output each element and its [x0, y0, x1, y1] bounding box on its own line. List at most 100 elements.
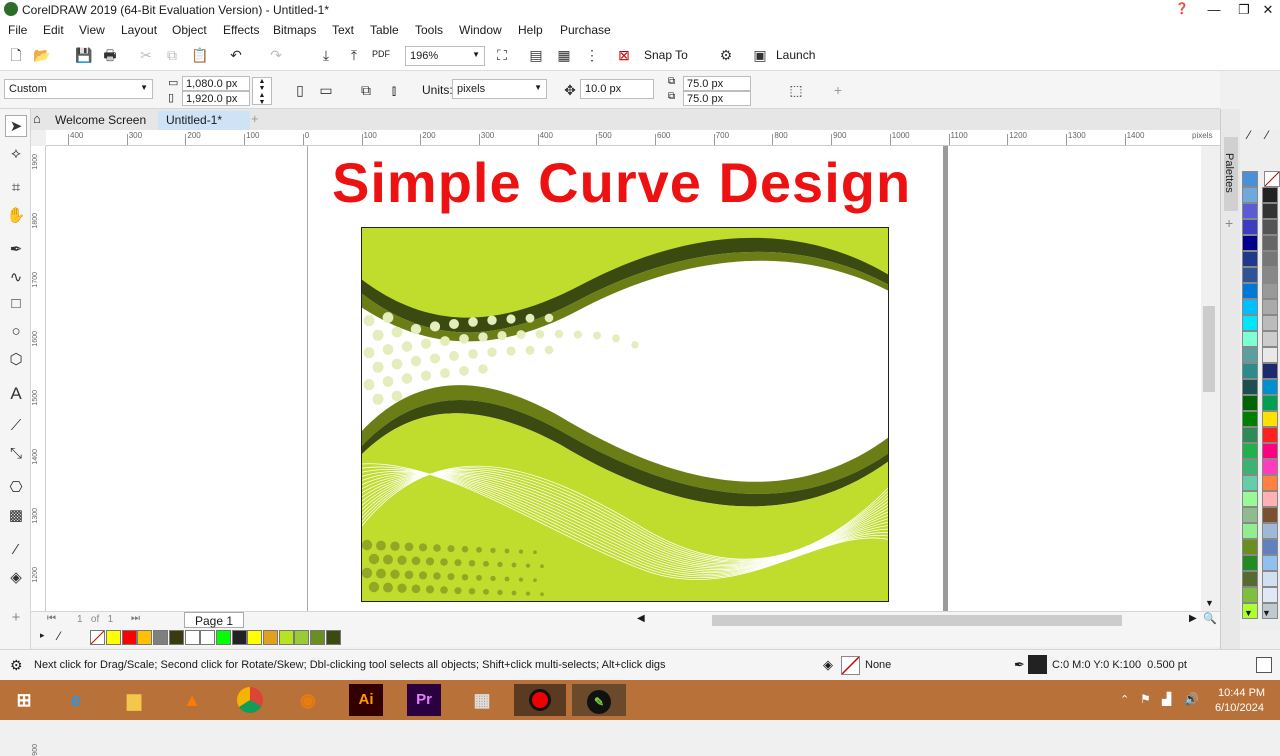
doc-palette-swatch[interactable] — [121, 630, 137, 645]
palette-swatch[interactable] — [1242, 507, 1258, 523]
vertical-scroll-thumb[interactable] — [1203, 306, 1215, 392]
parallel-dimension-icon[interactable]: ⟋ — [5, 415, 27, 437]
menu-file[interactable]: File — [8, 23, 27, 37]
full-screen-icon[interactable]: ⛶ — [492, 45, 512, 65]
palette-swatch[interactable] — [1262, 427, 1278, 443]
illustrator-icon[interactable]: Ai — [349, 684, 383, 716]
scroll-right-icon[interactable]: ▶ — [1189, 613, 1197, 624]
tray-volume-icon[interactable]: 🔊 — [1184, 692, 1199, 706]
palette-menu-icon[interactable]: ▸ — [40, 630, 45, 641]
ellipse-tool-icon[interactable]: ○ — [5, 321, 27, 343]
doc-palette-swatch[interactable] — [247, 630, 263, 645]
coreldraw-taskbar-icon[interactable]: ✎ — [572, 684, 626, 716]
transparency-tool-icon[interactable]: ▩ — [5, 505, 27, 527]
interactive-fill-icon[interactable]: ◈ — [5, 567, 27, 589]
copy-icon[interactable]: ⧉ — [162, 45, 182, 65]
vertical-scrollbar[interactable]: ▼ — [1201, 146, 1220, 611]
size-spinner[interactable]: ▲ ▼ ▲ ▼ — [252, 77, 272, 106]
palette-scroll-down2-icon[interactable]: ▼ — [1262, 608, 1271, 618]
palette-swatch[interactable] — [1262, 219, 1278, 235]
grid-icon[interactable]: ▦ — [554, 45, 574, 65]
doc-palette-swatch[interactable] — [231, 630, 247, 645]
palette-swatch[interactable] — [1262, 523, 1278, 539]
palette-swatch[interactable] — [1262, 571, 1278, 587]
open-folder-icon[interactable]: 📂 — [32, 45, 52, 65]
palette-swatch[interactable] — [1242, 443, 1258, 459]
launch-button[interactable]: Launch — [776, 48, 815, 62]
no-color-swatch[interactable] — [1264, 171, 1280, 187]
menu-purchase[interactable]: Purchase — [560, 23, 611, 37]
palette-swatch[interactable] — [1262, 187, 1278, 203]
palette-swatch[interactable] — [1262, 331, 1278, 347]
vlc-icon[interactable]: ▲ — [172, 684, 212, 716]
new-document-icon[interactable]: 🗋 — [6, 45, 26, 65]
menu-object[interactable]: Object — [172, 23, 207, 37]
palette-swatch[interactable] — [1262, 283, 1278, 299]
menu-edit[interactable]: Edit — [43, 23, 64, 37]
palette-swatch[interactable] — [1262, 539, 1278, 555]
tab-welcome-screen[interactable]: Welcome Screen — [47, 111, 154, 130]
zoom-icon[interactable]: 🔍 — [1203, 612, 1217, 625]
palette-swatch[interactable] — [1242, 475, 1258, 491]
export-icon[interactable]: ⤒ — [344, 45, 364, 65]
palette-swatch[interactable] — [1242, 571, 1258, 587]
palette-swatch[interactable] — [1242, 299, 1258, 315]
rulers-icon[interactable]: ▤ — [526, 45, 546, 65]
bleed-icon[interactable]: ⬚ — [786, 80, 806, 100]
palette-swatch[interactable] — [1242, 347, 1258, 363]
landscape-icon[interactable]: ▭ — [316, 80, 336, 100]
palette-swatch[interactable] — [1262, 299, 1278, 315]
page-width-field[interactable]: 1,080.0 px — [182, 76, 250, 91]
snap-to-button[interactable]: Snap To — [644, 48, 688, 62]
page-nav-first-icon[interactable]: ⏮ — [47, 613, 56, 624]
import-icon[interactable]: ⤓ — [316, 45, 336, 65]
clock-date[interactable]: 6/10/2024 — [1215, 702, 1264, 714]
status-color-box[interactable] — [1256, 657, 1272, 673]
outline-swatch[interactable] — [1028, 655, 1047, 674]
horizontal-ruler[interactable]: 400 300 200 100 0 100 200 300 400 500 600 700 800 900… — [46, 130, 1220, 146]
close-button[interactable]: ✕ — [1252, 0, 1280, 19]
palette-swatch[interactable] — [1262, 507, 1278, 523]
palette-swatch[interactable] — [1242, 427, 1258, 443]
palette-swatch[interactable] — [1262, 315, 1278, 331]
curve-design-artwork[interactable] — [361, 227, 889, 602]
calculator-icon[interactable]: ▦ — [462, 684, 502, 716]
palette-swatch[interactable] — [1262, 363, 1278, 379]
headline-text[interactable]: Simple Curve Design — [332, 150, 911, 215]
palette-swatch[interactable] — [1242, 587, 1258, 603]
palette-swatch[interactable] — [1262, 491, 1278, 507]
tray-flag-icon[interactable]: ⚑ — [1140, 692, 1151, 706]
chrome-icon[interactable] — [230, 684, 270, 716]
doc-palette-swatch[interactable] — [137, 630, 153, 645]
doc-palette-swatch[interactable] — [153, 630, 169, 645]
text-tool-icon[interactable]: A — [5, 383, 27, 405]
palette-swatch[interactable] — [1242, 235, 1258, 251]
nudge-distance-field[interactable]: 10.0 px — [580, 79, 654, 99]
palette-swatch[interactable] — [1262, 555, 1278, 571]
palette-eyedropper-right2-icon[interactable]: ⁄ — [1266, 128, 1268, 142]
palette-swatch[interactable] — [1262, 587, 1278, 603]
print-icon[interactable]: 🖶 — [100, 45, 120, 65]
palette-eyedropper-icon[interactable]: ⁄ — [58, 629, 60, 643]
doc-palette-swatch[interactable] — [263, 630, 278, 645]
portrait-icon[interactable]: ▯ — [290, 80, 310, 100]
fill-swatch[interactable] — [841, 656, 860, 675]
palette-swatch[interactable] — [1242, 219, 1258, 235]
launch-icon[interactable]: ▣ — [750, 45, 770, 65]
page-height-field[interactable]: 1,920.0 px — [182, 91, 250, 106]
menu-layout[interactable]: Layout — [121, 23, 157, 37]
palette-swatch[interactable] — [1262, 459, 1278, 475]
palette-swatch[interactable] — [1242, 395, 1258, 411]
guidelines-icon[interactable]: ⋮ — [582, 45, 602, 65]
eyedropper-tool-icon[interactable]: ⁄ — [5, 539, 27, 561]
scroll-left-icon[interactable]: ◀ — [637, 613, 645, 624]
palette-scroll-down-icon[interactable]: ▼ — [1244, 608, 1253, 618]
minimize-button[interactable]: — — [1198, 0, 1230, 19]
doc-palette-swatch[interactable] — [215, 630, 231, 645]
add-docker-icon[interactable]: + — [1225, 215, 1233, 231]
tray-up-icon[interactable]: ⌃ — [1120, 693, 1129, 706]
palette-swatch[interactable] — [1242, 491, 1258, 507]
connector-tool-icon[interactable]: ⤡ — [5, 443, 27, 465]
doc-palette-swatch[interactable] — [278, 630, 294, 645]
doc-palette-swatch[interactable] — [200, 630, 216, 645]
